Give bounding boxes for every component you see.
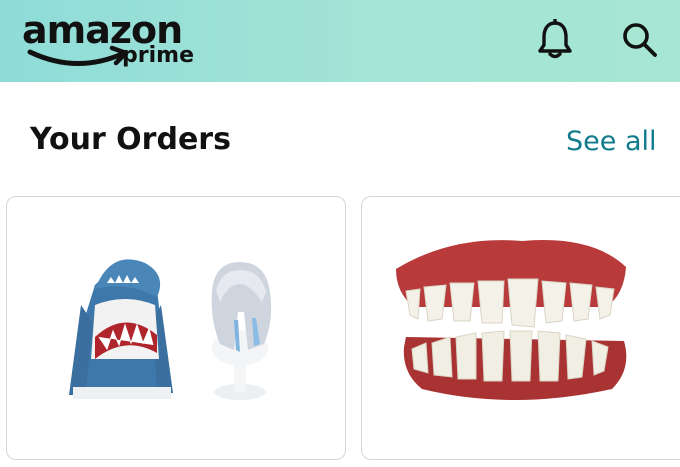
bell-icon[interactable] xyxy=(533,18,577,62)
smile-arrow-icon xyxy=(27,45,129,66)
silver-wig-image xyxy=(194,240,288,406)
order-card[interactable] xyxy=(6,196,346,460)
amazon-prime-logo[interactable]: amazon prime xyxy=(22,6,202,78)
your-orders-title: Your Orders xyxy=(30,122,231,157)
see-all-link[interactable]: See all xyxy=(566,124,657,160)
app-header: amazon prime xyxy=(0,0,680,82)
search-icon[interactable] xyxy=(618,18,662,62)
shark-hoodie-image xyxy=(69,259,173,399)
logo-prime-text: prime xyxy=(122,43,194,68)
order-card[interactable] xyxy=(361,196,680,460)
fake-teeth-image xyxy=(396,240,627,400)
